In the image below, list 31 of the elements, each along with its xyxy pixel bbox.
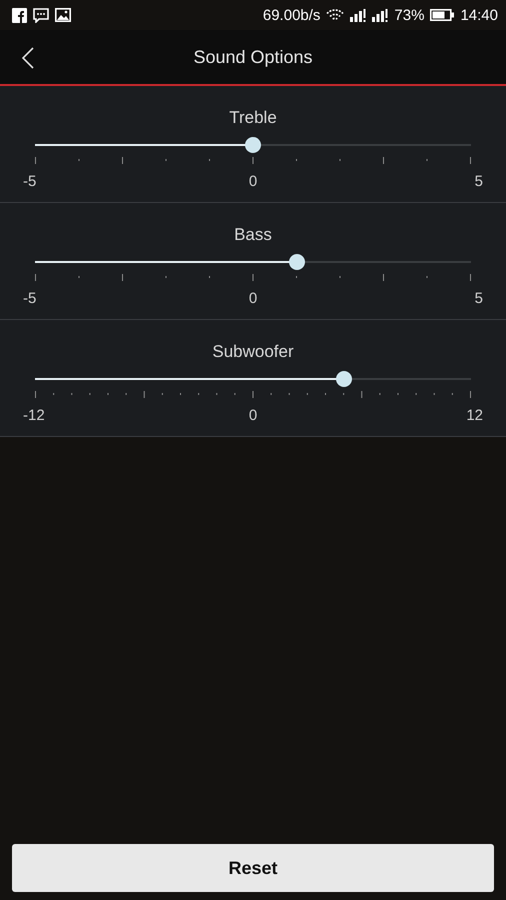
- slider-thumb[interactable]: [336, 371, 352, 387]
- slider-thumb[interactable]: [288, 254, 305, 270]
- page-title: Sound Options: [193, 46, 313, 68]
- max-value: 12: [465, 407, 483, 424]
- signal-icon: [372, 8, 388, 22]
- max-value: 5: [474, 290, 483, 307]
- reset-button[interactable]: Reset: [12, 844, 494, 892]
- slider-label: Bass: [234, 225, 272, 245]
- slider-thumb[interactable]: [245, 137, 261, 153]
- wifi-icon: [326, 8, 344, 22]
- slider-label: Treble: [229, 108, 277, 128]
- battery-icon: [430, 9, 454, 21]
- slider-label: Subwoofer: [212, 342, 294, 362]
- message-icon: [33, 8, 49, 22]
- zero-value: 0: [248, 173, 258, 190]
- facebook-icon: [12, 8, 27, 22]
- min-value: -5: [23, 173, 38, 190]
- zero-value: 0: [248, 290, 258, 307]
- min-value: -12: [23, 407, 46, 424]
- back-icon: [22, 47, 34, 69]
- max-value: 5: [474, 173, 483, 190]
- signal-icon: [350, 8, 366, 22]
- clock-time: 14:40: [460, 6, 498, 24]
- zero-value: 0: [248, 407, 258, 424]
- battery-percent: 73%: [394, 6, 424, 24]
- slider-track[interactable]: [35, 370, 471, 388]
- network-speed: 69.00b/s: [262, 6, 320, 24]
- slider-track[interactable]: [35, 253, 471, 271]
- slider-track[interactable]: [35, 136, 471, 154]
- image-icon: [55, 8, 71, 22]
- min-value: -5: [23, 290, 38, 307]
